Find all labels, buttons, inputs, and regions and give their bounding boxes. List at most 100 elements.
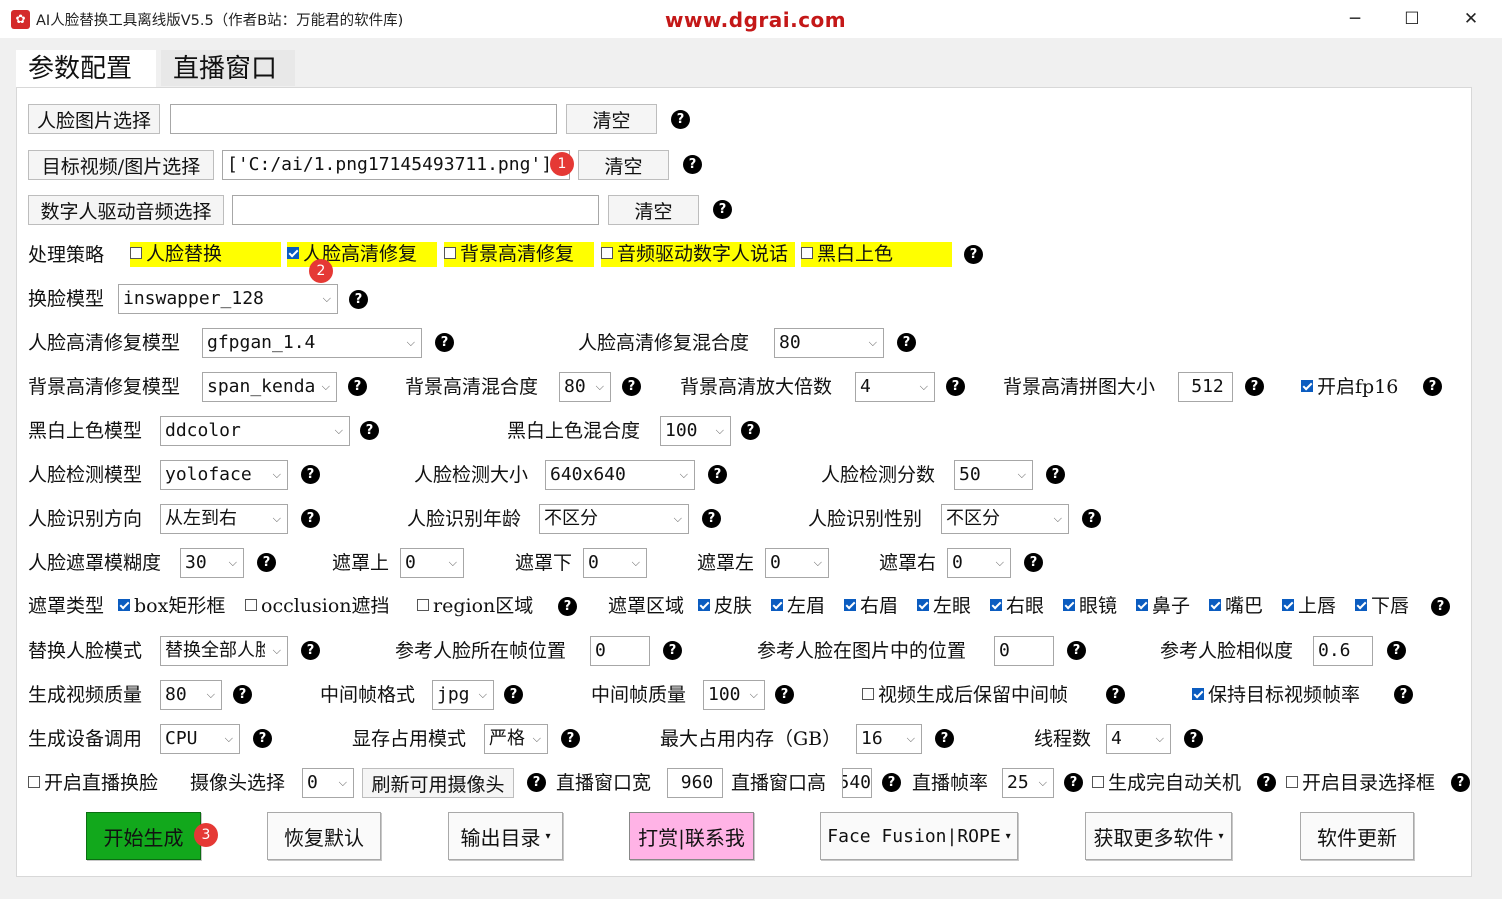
help-icon[interactable]: ? — [1387, 641, 1406, 660]
help-icon[interactable]: ? — [775, 685, 794, 704]
ref-sim-input[interactable]: 0.6 — [1313, 636, 1373, 666]
keep-fps-checkbox[interactable]: 保持目标视频帧率 — [1192, 683, 1360, 707]
help-icon[interactable]: ? — [527, 773, 546, 792]
region-left-eye-checkbox[interactable]: 左眼 — [917, 594, 971, 618]
recog-age-select[interactable]: 不区分 ⌵ — [539, 504, 689, 534]
region-right-brow-checkbox[interactable]: 右眉 — [844, 594, 898, 618]
frame-format-select[interactable]: jpg ⌵ — [432, 680, 494, 710]
help-icon[interactable]: ? — [702, 509, 721, 528]
refresh-cameras-button[interactable]: 刷新可用摄像头 — [362, 768, 514, 798]
help-icon[interactable]: ? — [435, 333, 454, 352]
help-icon[interactable]: ? — [349, 290, 368, 309]
strategy-colorize-checkbox[interactable]: 黑白上色 — [801, 242, 952, 267]
colorize-model-select[interactable]: ddcolor ⌵ — [160, 416, 350, 446]
mask-type-region-checkbox[interactable]: region区域 — [417, 594, 533, 618]
bg-enhance-blend-select[interactable]: 80 ⌵ — [559, 372, 611, 402]
help-icon[interactable]: ? — [233, 685, 252, 704]
help-icon[interactable]: ? — [622, 377, 641, 396]
help-icon[interactable]: ? — [558, 597, 577, 616]
live-width-input[interactable]: 960 — [667, 768, 723, 798]
help-icon[interactable]: ? — [1431, 597, 1450, 616]
start-generate-button[interactable]: 开始生成 — [86, 812, 201, 860]
bg-enhance-tile-input[interactable]: 512 — [1178, 372, 1233, 402]
help-icon[interactable]: ? — [1394, 685, 1413, 704]
output-dir-button[interactable]: 输出目录 ▾ — [448, 812, 563, 860]
help-icon[interactable]: ? — [257, 553, 276, 572]
mask-left-select[interactable]: 0 ⌵ — [765, 548, 829, 578]
reset-defaults-button[interactable]: 恢复默认 — [267, 812, 381, 860]
help-icon[interactable]: ? — [348, 377, 367, 396]
recog-dir-select[interactable]: 从左到右 ⌵ — [160, 504, 288, 534]
help-icon[interactable]: ? — [301, 509, 320, 528]
detect-score-select[interactable]: 50 ⌵ — [954, 460, 1033, 490]
auto-shutdown-checkbox[interactable]: 生成完自动关机 — [1092, 771, 1249, 795]
help-icon[interactable]: ? — [1245, 377, 1264, 396]
mask-bottom-select[interactable]: 0 ⌵ — [583, 548, 647, 578]
help-icon[interactable]: ? — [671, 110, 690, 129]
help-icon[interactable]: ? — [301, 641, 320, 660]
camera-select[interactable]: 0 ⌵ — [302, 768, 354, 798]
help-icon[interactable]: ? — [935, 729, 954, 748]
close-icon[interactable]: ✕ — [1453, 8, 1489, 30]
audio-select-button[interactable]: 数字人驱动音频选择 — [28, 195, 224, 225]
help-icon[interactable]: ? — [1024, 553, 1043, 572]
face-enhance-model-select[interactable]: gfpgan_1.4 ⌵ — [202, 328, 422, 358]
strategy-bg-enhance-checkbox[interactable]: 背景高清修复 — [444, 242, 594, 267]
software-update-button[interactable]: 软件更新 — [1300, 812, 1414, 860]
fp16-checkbox[interactable]: 开启fp16 — [1301, 375, 1398, 399]
open-dir-dialog-checkbox[interactable]: 开启目录选择框 — [1286, 771, 1443, 795]
help-icon[interactable]: ? — [1067, 641, 1086, 660]
detect-size-select[interactable]: 640x640 ⌵ — [545, 460, 695, 490]
help-icon[interactable]: ? — [964, 245, 983, 264]
mask-blur-select[interactable]: 30 ⌵ — [180, 548, 244, 578]
face-image-clear-button[interactable]: 清空 — [566, 104, 657, 134]
minimize-icon[interactable]: ─ — [1337, 8, 1373, 30]
bg-enhance-model-select[interactable]: span_kendata ⌵ — [202, 372, 337, 402]
help-icon[interactable]: ? — [360, 421, 379, 440]
help-icon[interactable]: ? — [1184, 729, 1203, 748]
region-upper-lip-checkbox[interactable]: 上唇 — [1282, 594, 1336, 618]
recog-gender-select[interactable]: 不区分 ⌵ — [941, 504, 1069, 534]
mask-type-box-checkbox[interactable]: box矩形框 — [118, 594, 225, 618]
frame-quality-select[interactable]: 100 ⌵ — [703, 680, 765, 710]
max-memory-select[interactable]: 16 ⌵ — [856, 724, 922, 754]
help-icon[interactable]: ? — [1046, 465, 1065, 484]
region-skin-checkbox[interactable]: 皮肤 — [698, 594, 752, 618]
help-icon[interactable]: ? — [504, 685, 523, 704]
replace-mode-select[interactable]: 替换全部人脸 ⌵ — [160, 636, 288, 666]
region-left-brow-checkbox[interactable]: 左眉 — [771, 594, 825, 618]
tab-params[interactable]: 参数配置 — [16, 50, 156, 88]
help-icon[interactable]: ? — [663, 641, 682, 660]
help-icon[interactable]: ? — [946, 377, 965, 396]
colorize-blend-select[interactable]: 100 ⌵ — [660, 416, 731, 446]
strategy-face-enhance-checkbox[interactable]: 人脸高清修复 — [287, 242, 437, 267]
help-icon[interactable]: ? — [1106, 685, 1125, 704]
face-image-path-input[interactable] — [170, 104, 557, 134]
more-software-button[interactable]: 获取更多软件 ▾ — [1085, 812, 1232, 860]
audio-clear-button[interactable]: 清空 — [608, 195, 699, 225]
region-right-eye-checkbox[interactable]: 右眼 — [990, 594, 1044, 618]
mask-right-select[interactable]: 0 ⌵ — [947, 548, 1011, 578]
ref-pos-input[interactable]: 0 — [994, 636, 1054, 666]
live-enable-checkbox[interactable]: 开启直播换脸 — [28, 771, 186, 795]
target-path-input[interactable]: ['C:/ai/1.png17145493711.png'] — [222, 150, 570, 180]
target-clear-button[interactable]: 清空 — [578, 150, 669, 180]
detect-model-select[interactable]: yoloface ⌵ — [160, 460, 288, 490]
vram-mode-select[interactable]: 严格 ⌵ — [484, 724, 548, 754]
help-icon[interactable]: ? — [1082, 509, 1101, 528]
maximize-icon[interactable]: ☐ — [1394, 8, 1430, 30]
region-glasses-checkbox[interactable]: 眼镜 — [1063, 594, 1117, 618]
region-mouth-checkbox[interactable]: 嘴巴 — [1209, 594, 1263, 618]
strategy-audio-driven-checkbox[interactable]: 音频驱动数字人说话 — [601, 242, 795, 267]
help-icon[interactable]: ? — [708, 465, 727, 484]
help-icon[interactable]: ? — [713, 200, 732, 219]
help-icon[interactable]: ? — [741, 421, 760, 440]
region-lower-lip-checkbox[interactable]: 下唇 — [1355, 594, 1409, 618]
region-nose-checkbox[interactable]: 鼻子 — [1136, 594, 1190, 618]
help-icon[interactable]: ? — [683, 155, 702, 174]
swap-model-select[interactable]: inswapper_128 ⌵ — [118, 284, 338, 314]
face-image-select-button[interactable]: 人脸图片选择 — [28, 104, 160, 134]
threads-select[interactable]: 4 ⌵ — [1106, 724, 1171, 754]
help-icon[interactable]: ? — [1257, 773, 1276, 792]
bg-enhance-scale-select[interactable]: 4 ⌵ — [855, 372, 935, 402]
